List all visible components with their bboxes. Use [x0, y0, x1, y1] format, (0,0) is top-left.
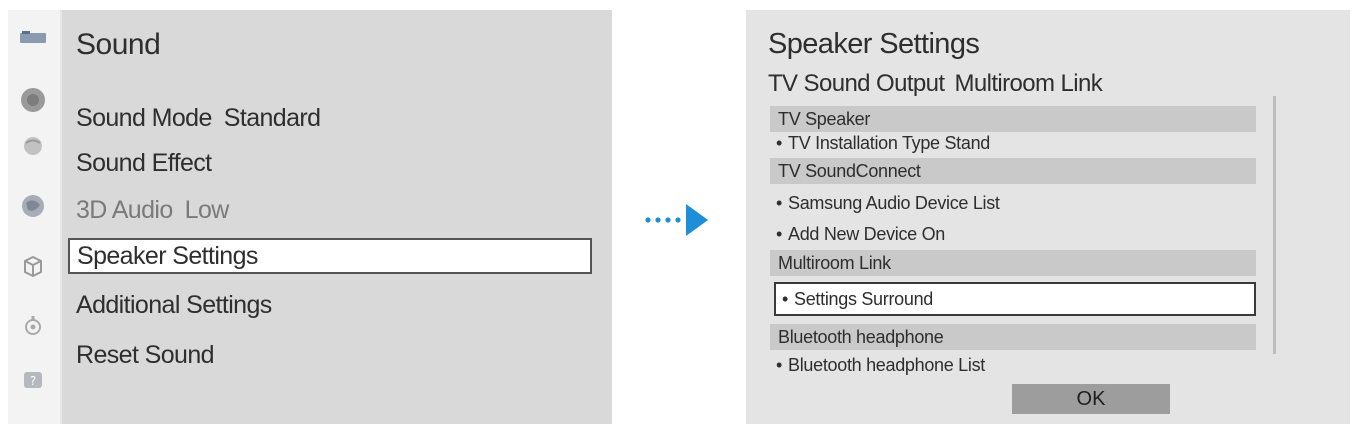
speaker-settings-title: Speaker Settings	[768, 28, 980, 60]
setting-add-new-device[interactable]: • Add New Device On	[776, 224, 945, 245]
menu-item-value: Low	[184, 196, 230, 224]
support-icon[interactable]: ?	[18, 366, 48, 394]
setting-label: Settings Surround	[794, 289, 934, 309]
menu-item-reset-sound[interactable]: Reset Sound	[76, 341, 215, 370]
menu-item-label: Reset Sound	[76, 341, 215, 369]
menu-item-additional-settings[interactable]: Additional Settings	[76, 291, 272, 320]
svg-text:?: ?	[30, 374, 36, 388]
section-header-bluetooth-headphone: Bluetooth headphone	[770, 324, 1256, 350]
setting-label: Add New Device On	[788, 224, 945, 244]
speaker-settings-tabs: TV Sound Output Multiroom Link	[768, 70, 1103, 98]
page-title: Sound	[76, 28, 161, 61]
smart-features-icon[interactable]	[18, 252, 48, 280]
sound-menu-panel: ? Sound Sound Mode Standard Sound Effect …	[8, 10, 612, 424]
bullet-icon: •	[776, 355, 783, 375]
dotted-arrow-right-icon	[640, 200, 720, 240]
scrollbar[interactable]	[1273, 96, 1276, 354]
system-icon[interactable]	[18, 312, 48, 340]
tab-tv-sound-output[interactable]: TV Sound Output	[768, 70, 945, 97]
menu-item-label: 3D Audio	[76, 196, 173, 224]
menu-item-label: Additional Settings	[76, 291, 272, 319]
speaker-settings-panel: Speaker Settings TV Sound Output Multiroo…	[746, 10, 1350, 424]
menu-item-sound-effect[interactable]: Sound Effect	[76, 149, 212, 178]
ok-button[interactable]: OK	[1012, 384, 1170, 414]
sound-menu-list: Sound Sound Mode Standard Sound Effect 3D…	[62, 10, 612, 424]
menu-item-speaker-settings[interactable]: Speaker Settings	[68, 238, 592, 274]
section-header-tv-soundconnect: TV SoundConnect	[770, 158, 1256, 184]
setting-surround[interactable]: • Settings Surround	[774, 282, 1256, 316]
setting-label: Samsung Audio Device List	[788, 193, 1000, 213]
menu-item-value: Standard	[223, 104, 321, 132]
bullet-icon: •	[776, 193, 783, 213]
setting-label: TV Installation Type Stand	[788, 133, 991, 153]
network-icon[interactable]	[18, 192, 48, 220]
broadcast-icon[interactable]	[18, 132, 48, 160]
setting-bluetooth-headphone-list[interactable]: • Bluetooth headphone List	[776, 355, 985, 376]
setting-label: Bluetooth headphone List	[788, 355, 985, 375]
section-header-tv-speaker: TV Speaker	[770, 106, 1256, 132]
section-header-multiroom-link: Multiroom Link	[770, 250, 1256, 276]
menu-item-label: Speaker Settings	[77, 242, 258, 270]
setting-tv-installation-type[interactable]: • TV Installation Type Stand	[776, 133, 990, 154]
bullet-icon: •	[776, 133, 783, 153]
menu-item-3d-audio: 3D Audio Low	[76, 196, 229, 225]
tab-multiroom-link[interactable]: Multiroom Link	[954, 70, 1102, 97]
menu-item-sound-mode[interactable]: Sound Mode Standard	[76, 104, 321, 133]
category-icon-strip: ?	[8, 10, 60, 424]
picture-icon[interactable]	[18, 24, 48, 52]
menu-item-label: Sound Mode	[76, 104, 212, 132]
bullet-icon: •	[776, 224, 783, 244]
bullet-icon: •	[782, 289, 789, 309]
menu-item-label: Sound Effect	[76, 149, 212, 177]
sound-icon[interactable]	[18, 86, 48, 114]
setting-samsung-audio-device-list[interactable]: • Samsung Audio Device List	[776, 193, 1000, 214]
